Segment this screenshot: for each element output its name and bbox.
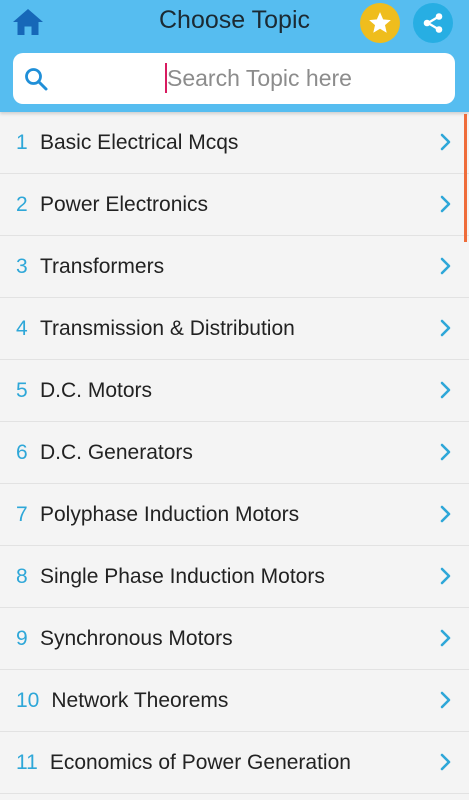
topic-label: D.C. Generators <box>40 440 193 464</box>
topic-number: 8 <box>16 564 28 588</box>
topic-row[interactable]: 11 Economics of Power Generation <box>0 732 469 794</box>
chevron-right-icon <box>440 691 451 709</box>
app-root: Choose Topic 1Basic Electrical Mc <box>0 0 469 800</box>
topic-row[interactable]: 9 Synchronous Motors <box>0 608 469 670</box>
topic-label: D.C. Motors <box>40 378 153 402</box>
topic-label: Transmission & Distribution <box>40 316 295 340</box>
topic-row[interactable]: 1 Basic Electrical Mcqs <box>0 112 469 174</box>
topic-label: Synchronous Motors <box>40 626 233 650</box>
topic-label: Network Theorems <box>51 688 229 712</box>
scrollbar[interactable] <box>464 114 467 242</box>
chevron-right-icon <box>440 195 451 213</box>
app-header: Choose Topic <box>0 0 469 112</box>
topic-row[interactable]: 4 Transmission & Distribution <box>0 298 469 360</box>
topic-row[interactable]: 7 Polyphase Induction Motors <box>0 484 469 546</box>
topic-number: 4 <box>16 316 28 340</box>
chevron-right-icon <box>440 319 451 337</box>
topic-row[interactable]: 2 Power Electronics <box>0 174 469 236</box>
topic-label: Single Phase Induction Motors <box>40 564 325 588</box>
chevron-right-icon <box>440 443 451 461</box>
favorite-button[interactable] <box>360 3 400 43</box>
star-icon <box>369 12 391 33</box>
topic-number: 6 <box>16 440 28 464</box>
topic-number: 1 <box>16 130 28 154</box>
chevron-right-icon <box>440 753 451 771</box>
topic-label: Polyphase Induction Motors <box>40 502 300 526</box>
topic-number: 7 <box>16 502 28 526</box>
chevron-right-icon <box>440 257 451 275</box>
topic-row[interactable]: 8 Single Phase Induction Motors <box>0 546 469 608</box>
topic-label: Basic Electrical Mcqs <box>40 130 239 154</box>
search-icon <box>25 68 48 91</box>
topic-number: 10 <box>16 688 40 712</box>
topic-row[interactable]: 10 Network Theorems <box>0 670 469 732</box>
topic-list: 1 Basic Electrical Mcqs 2 Power Electronics… <box>0 112 469 800</box>
search-input[interactable] <box>153 61 457 95</box>
topic-row[interactable]: 5 D.C. Motors <box>0 360 469 422</box>
topic-label: Transformers <box>40 254 165 278</box>
topic-label: Economics of Power Generation <box>49 750 351 774</box>
chevron-right-icon <box>440 629 451 647</box>
topic-number: 3 <box>16 254 28 278</box>
chevron-right-icon <box>440 381 451 399</box>
share-icon <box>423 13 443 33</box>
topic-row[interactable]: 3 Transformers <box>0 236 469 298</box>
topic-number: 5 <box>16 378 28 402</box>
chevron-right-icon <box>440 567 451 585</box>
share-button[interactable] <box>413 3 453 43</box>
topic-row[interactable]: 6 D.C. Generators <box>0 422 469 484</box>
search-box <box>13 53 457 104</box>
chevron-right-icon <box>440 505 451 523</box>
topic-number: 9 <box>16 626 28 650</box>
topic-number: 2 <box>16 192 28 216</box>
text-cursor <box>165 63 167 93</box>
topic-label: Power Electronics <box>40 192 209 216</box>
chevron-right-icon <box>440 133 451 151</box>
topic-number: 11 <box>16 750 38 774</box>
